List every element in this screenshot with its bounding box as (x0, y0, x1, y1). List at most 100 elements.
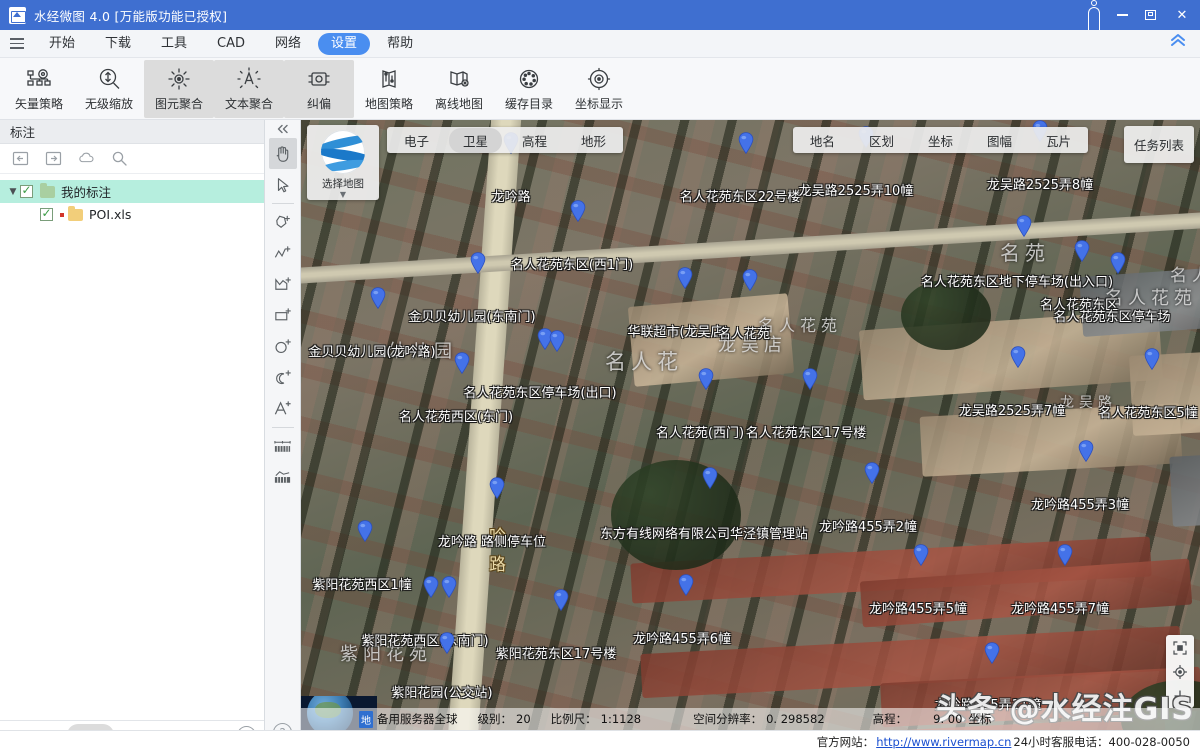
close-button[interactable]: ✕ (1164, 0, 1200, 30)
menu-item-start[interactable]: 开始 (36, 33, 88, 55)
ribbon-toolbar: 矢量策略 无级缩放 图元聚合 (0, 58, 1200, 120)
resolution-label: 空间分辨率： (693, 711, 762, 727)
offline-map-icon (446, 65, 472, 92)
export-icon[interactable] (45, 150, 62, 167)
footer-bar: 官方网站： http://www.rivermap.cn 24小时客服电话：40… (0, 730, 1200, 752)
add-rectangle-icon[interactable] (269, 300, 297, 331)
checkbox[interactable] (40, 208, 53, 221)
ribbon-button-feature-cluster[interactable]: 图元聚合 (144, 60, 214, 118)
search-icon[interactable] (111, 150, 128, 167)
overlay-tab-sheet[interactable]: 图幅 (973, 128, 1026, 153)
menu-bar: 开始 下载 工具 CAD 网络 设置 帮助 (0, 30, 1200, 58)
ribbon-button-offline-map[interactable]: 离线地图 (424, 60, 494, 118)
road-cross (301, 210, 1200, 286)
select-map-label: 选择地图 (322, 176, 364, 191)
overlay-tab-tile[interactable]: 瓦片 (1032, 128, 1085, 153)
layer-tab-satellite[interactable]: 卫星 (449, 128, 502, 153)
chevron-down-icon[interactable]: ▼ (6, 187, 20, 197)
tree-item-label: 我的标注 (61, 182, 111, 201)
overlay-tab-district[interactable]: 区划 (855, 128, 908, 153)
map-float-controls (1166, 635, 1194, 708)
task-list-button[interactable]: 任务列表 (1124, 126, 1194, 163)
minimize-button[interactable] (1108, 0, 1136, 30)
map-strategy-icon (376, 65, 402, 92)
chevron-double-up-icon[interactable] (1170, 33, 1186, 50)
dirty-dot-icon (60, 213, 64, 217)
ribbon-label: 缓存目录 (505, 95, 553, 112)
add-area-icon[interactable] (269, 269, 297, 300)
ribbon-label: 图元聚合 (155, 95, 203, 112)
scale-value: 1:1128 (601, 712, 641, 726)
layer-tab-terrain[interactable]: 地形 (567, 128, 620, 153)
import-icon[interactable] (12, 150, 29, 167)
tree-item-my-annotations[interactable]: ▼ 我的标注 (0, 180, 264, 203)
coordinate-display-icon (586, 65, 612, 92)
level-label: 级别： (478, 711, 513, 727)
ribbon-label: 纠偏 (307, 95, 331, 112)
ribbon-label: 矢量策略 (15, 95, 63, 112)
ribbon-button-vector-strategy[interactable]: 矢量策略 (4, 60, 74, 118)
elevation-value: 9. 00 (933, 712, 962, 726)
overlay-tab-placename[interactable]: 地名 (796, 128, 849, 153)
overlay-tab-coordinate[interactable]: 坐标 (914, 128, 967, 153)
select-map-widget[interactable]: 选择地图 ▼ (307, 125, 379, 200)
ribbon-label: 地图策略 (365, 95, 413, 112)
collapse-left-icon[interactable] (265, 120, 300, 138)
ribbon-button-offset-correction[interactable]: 纠偏 (284, 60, 354, 118)
layer-type-tabs: 电子 卫星 高程 地形 (387, 127, 623, 153)
map-draw-toolbar: ? (265, 120, 301, 752)
service-phone: 24小时客服电话：400-028-0050 (1013, 734, 1190, 750)
scale-label: 比例尺： (551, 711, 597, 727)
menu-item-cad[interactable]: CAD (204, 33, 258, 55)
add-polygon-icon[interactable] (269, 207, 297, 238)
map-canvas[interactable]: 名苑名人花龙吴店名人花苑名人花名人花苑幼儿园紫阳花苑龙吴路 吟路 龙吟路名人花苑… (301, 120, 1200, 752)
menu-item-tools[interactable]: 工具 (148, 33, 200, 55)
zoom-in-icon[interactable] (1173, 688, 1187, 703)
add-text-icon[interactable] (269, 393, 297, 424)
checkbox[interactable] (20, 185, 33, 198)
maximize-button[interactable] (1136, 0, 1164, 30)
road-longyin (444, 120, 524, 752)
add-circle-icon[interactable] (269, 331, 297, 362)
tree-item-poi-xls[interactable]: POI.xls (0, 203, 264, 226)
hamburger-icon[interactable] (0, 38, 34, 49)
official-site-label: 官方网站： (817, 734, 875, 750)
ribbon-button-cache-directory[interactable]: 缓存目录 (494, 60, 564, 118)
overlay-tabs: 地名 区划 坐标 图幅 瓦片 (793, 127, 1088, 153)
stepless-zoom-icon (96, 65, 122, 92)
panel-title: 标注 (0, 120, 264, 144)
layer-tab-elevation[interactable]: 高程 (508, 128, 561, 153)
add-polyline-icon[interactable] (269, 238, 297, 269)
fullscreen-icon[interactable] (1173, 640, 1187, 655)
select-arrow-icon[interactable] (269, 169, 297, 200)
pan-hand-icon[interactable] (269, 138, 297, 169)
ribbon-button-stepless-zoom[interactable]: 无级缩放 (74, 60, 144, 118)
official-site-link[interactable]: http://www.rivermap.cn (876, 735, 1011, 749)
add-arc-icon[interactable] (269, 362, 297, 393)
vector-strategy-icon (26, 65, 52, 92)
layer-tab-electronic[interactable]: 电子 (390, 128, 443, 153)
cloud-icon[interactable] (78, 150, 95, 167)
tree-item-label: POI.xls (89, 207, 131, 222)
app-logo-icon (9, 7, 26, 24)
measure-distance-icon[interactable] (269, 431, 297, 462)
ribbon-button-map-strategy[interactable]: 地图策略 (354, 60, 424, 118)
ribbon-label: 无级缩放 (85, 95, 133, 112)
window-controls: ✕ (1080, 0, 1200, 30)
annotation-panel: 标注 ▼ 我的标注 (0, 120, 265, 752)
ribbon-button-coordinate-display[interactable]: 坐标显示 (564, 60, 634, 118)
measure-area-icon[interactable] (269, 462, 297, 493)
menu-item-settings[interactable]: 设置 (318, 33, 370, 55)
status-bar: 地 备用服务器全球 级别： 20 比例尺： 1:1128 空间分辨率： 0. 2… (301, 708, 1200, 730)
user-icon[interactable] (1080, 0, 1108, 30)
chevron-down-icon[interactable]: ▼ (340, 191, 346, 198)
ribbon-label: 离线地图 (435, 95, 483, 112)
menu-item-help[interactable]: 帮助 (374, 33, 426, 55)
text-cluster-icon (236, 65, 262, 92)
locate-target-icon[interactable] (1173, 664, 1187, 679)
menu-item-download[interactable]: 下载 (92, 33, 144, 55)
menu-item-network[interactable]: 网络 (262, 33, 314, 55)
toolbar-divider (272, 427, 294, 428)
ribbon-label: 坐标显示 (575, 95, 623, 112)
ribbon-button-text-cluster[interactable]: 文本聚合 (214, 60, 284, 118)
